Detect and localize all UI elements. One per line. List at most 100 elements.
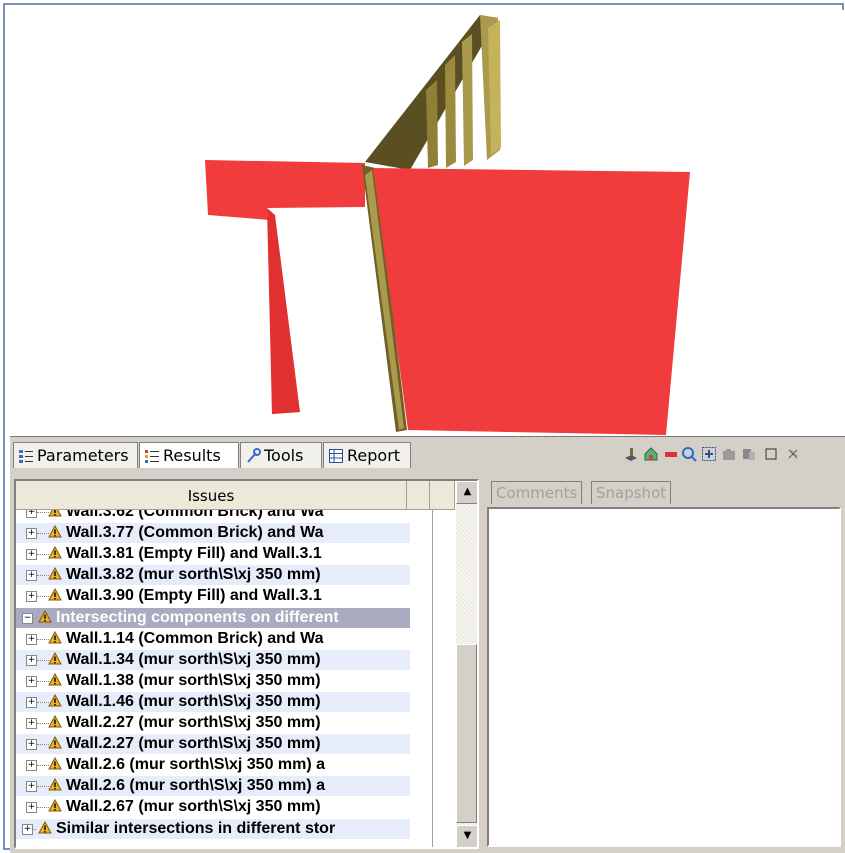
tab-results[interactable]: Results [139, 442, 239, 468]
expand-toggle[interactable]: + [22, 823, 33, 835]
expand-toggle[interactable]: + [26, 696, 37, 708]
beam-post-3 [445, 55, 456, 168]
tree-row[interactable]: + Wall.2.27 (mur sorth\S\xj 350 mm) [16, 734, 410, 755]
tree-row[interactable]: + Wall.1.38 (mur sorth\S\xj 350 mm) [16, 671, 410, 691]
model-view[interactable] [10, 10, 845, 436]
tree-row-label: Wall.2.6 (mur sorth\S\xj 350 mm) a [66, 777, 326, 795]
warning-icon [48, 672, 62, 686]
tree-row-label: Intersecting components on different [56, 608, 339, 626]
warning-icon [48, 757, 62, 770]
expand-toggle[interactable]: + [26, 739, 37, 751]
tree-row-label: Wall.2.27 (mur sorth\S\xj 350 mm) [66, 735, 321, 753]
warning-icon [48, 588, 62, 601]
tree-row[interactable]: + Wall.3.77 (Common Brick) and Wa [16, 523, 410, 544]
warning-icon [48, 546, 62, 559]
warning-icon [48, 778, 62, 791]
expand-toggle[interactable]: + [26, 760, 37, 772]
vertical-scrollbar[interactable]: ▲ ▼ [456, 481, 477, 847]
export-icon[interactable] [740, 445, 758, 463]
tab-parameters-label: Parameters [37, 446, 129, 465]
tree-row-label: Wall.2.67 (mur sorth\S\xj 350 mm) [66, 798, 321, 816]
column-header-3[interactable] [430, 481, 455, 509]
tab-comments[interactable]: Comments [491, 481, 583, 504]
warning-icon [48, 693, 62, 707]
warning-icon [38, 820, 52, 833]
issues-column-header[interactable]: Issues [16, 481, 407, 509]
tree-group-row[interactable]: + Similar intersections in different stor [16, 818, 410, 839]
remove-icon[interactable] [662, 445, 680, 463]
tab-parameters[interactable]: Parameters [13, 442, 138, 468]
scroll-up-button[interactable]: ▲ [456, 481, 477, 504]
expand-toggle[interactable]: + [26, 510, 37, 518]
expand-toggle[interactable]: + [26, 675, 37, 687]
warning-icon [48, 651, 62, 665]
warning-icon [48, 630, 62, 644]
tree-row[interactable]: + Wall.2.6 (mur sorth\S\xj 350 mm) a [16, 776, 410, 797]
tree-row-label: Wall.3.90 (Empty Fill) and Wall.3.1 [66, 587, 322, 605]
tree-row-label: Wall.3.82 (mur sorth\S\xj 350 mm) [66, 566, 321, 584]
results-panel: Parameters Results Tools Report Issues +… [10, 437, 845, 853]
tab-snapshot[interactable]: Snapshot [591, 481, 672, 504]
tree-group-row[interactable]: − Intersecting components on different [16, 607, 410, 628]
left-wall-leg [267, 208, 300, 414]
warning-icon [48, 736, 62, 749]
tree-row[interactable]: + Wall.1.14 (Common Brick) and Wa [16, 629, 410, 649]
tree-row[interactable]: + Wall.3.82 (mur sorth\S\xj 350 mm) [16, 565, 410, 586]
fit-icon[interactable] [700, 445, 718, 463]
expand-toggle[interactable]: + [26, 570, 37, 582]
tree-row-label: Wall.3.62 (Common Brick) and Wa [66, 510, 324, 520]
tree-row[interactable]: + Wall.2.6 (mur sorth\S\xj 350 mm) a [16, 755, 410, 775]
expand-toggle[interactable]: + [26, 591, 37, 603]
tree-row[interactable]: + Wall.2.27 (mur sorth\S\xj 350 mm) [16, 713, 410, 733]
warning-icon [48, 799, 62, 812]
zoom-icon[interactable] [680, 445, 698, 463]
parameters-icon [19, 450, 33, 463]
tab-tools[interactable]: Tools [240, 442, 322, 468]
warning-icon [48, 567, 62, 580]
tree-row-label: Wall.1.14 (Common Brick) and Wa [66, 629, 324, 647]
tree-row[interactable]: + Wall.2.67 (mur sorth\S\xj 350 mm) [16, 797, 410, 817]
issues-header: Issues [16, 481, 455, 510]
tree-row[interactable]: + Wall.3.81 (Empty Fill) and Wall.3.1 [16, 544, 410, 564]
tree-row-label: Wall.2.27 (mur sorth\S\xj 350 mm) [66, 714, 321, 731]
home-icon[interactable] [642, 445, 660, 463]
expand-toggle[interactable]: + [26, 781, 37, 793]
main-wall [373, 168, 690, 435]
warning-icon [48, 715, 62, 728]
expand-toggle[interactable]: + [26, 802, 37, 814]
expand-toggle[interactable]: + [26, 528, 37, 540]
camera-icon[interactable] [720, 445, 738, 463]
scroll-thumb[interactable] [456, 644, 477, 823]
warning-icon [38, 609, 52, 622]
tree-row-label: Wall.2.6 (mur sorth\S\xj 350 mm) a [66, 756, 326, 774]
tree-connector [33, 828, 36, 830]
tree-row[interactable]: + Wall.3.90 (Empty Fill) and Wall.3.1 [16, 586, 410, 606]
tree-row[interactable]: + Wall.3.62 (Common Brick) and Wa [16, 510, 410, 522]
results-icon [145, 450, 159, 463]
tab-tools-label: Tools [264, 446, 304, 465]
column-header-2[interactable] [407, 481, 430, 509]
column-divider [432, 510, 433, 847]
app-frame: Parameters Results Tools Report Issues +… [3, 3, 845, 853]
beam-post-4 [426, 80, 438, 168]
3d-viewport[interactable] [10, 10, 845, 437]
issues-tree[interactable]: Issues + Wall.3.62 (Common Brick) and Wa +… [14, 479, 479, 849]
expand-toggle[interactable]: + [26, 633, 37, 645]
tab-report[interactable]: Report [323, 442, 411, 468]
warning-icon [48, 525, 62, 538]
tree-row[interactable]: + Wall.1.34 (mur sorth\S\xj 350 mm) [16, 649, 410, 670]
tree-row-label: Similar intersections in different stor [56, 819, 336, 837]
scroll-down-button[interactable]: ▼ [456, 825, 477, 847]
restore-icon[interactable] [762, 445, 780, 463]
tree-row-label: Wall.1.38 (mur sorth\S\xj 350 mm) [66, 671, 321, 689]
expand-toggle[interactable]: + [26, 718, 37, 729]
show-model-icon[interactable] [622, 445, 640, 463]
tree-row-label: Wall.3.81 (Empty Fill) and Wall.3.1 [66, 545, 322, 563]
collapse-toggle[interactable]: − [22, 612, 33, 624]
comments-box[interactable] [487, 507, 841, 847]
close-icon[interactable] [784, 445, 802, 463]
tree-row[interactable]: + Wall.1.46 (mur sorth\S\xj 350 mm) [16, 691, 410, 712]
expand-toggle[interactable]: + [26, 654, 37, 666]
expand-toggle[interactable]: + [26, 549, 37, 561]
report-icon [329, 449, 343, 463]
